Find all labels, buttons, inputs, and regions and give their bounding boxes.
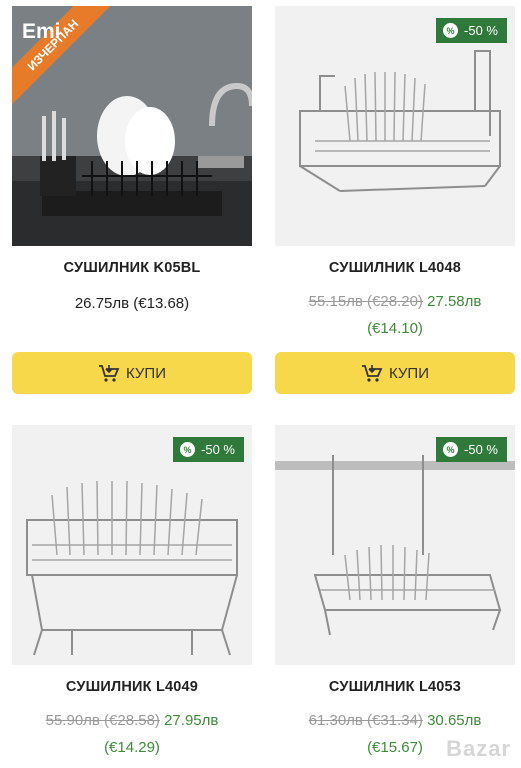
product-image[interactable]: % -50 % <box>12 425 252 665</box>
new-price-eur: (€14.29) <box>104 739 160 756</box>
product-card[interactable]: % -50 % СУШИЛНИК L4053 61.30лв (€31.34) … <box>275 425 515 765</box>
discount-badge: % -50 % <box>173 437 244 462</box>
discount-badge: % -50 % <box>436 437 507 462</box>
discount-label: -50 % <box>464 442 498 457</box>
percent-icon: % <box>443 23 459 38</box>
new-price: 27.95лв <box>164 712 219 729</box>
cart-icon <box>99 365 120 382</box>
product-title[interactable]: СУШИЛНИК L4048 <box>275 260 515 276</box>
product-title[interactable]: СУШИЛНИК L4053 <box>275 679 515 695</box>
brand-logo: Emi <box>22 20 61 43</box>
cart-icon <box>362 365 383 382</box>
buy-button[interactable]: КУПИ <box>12 352 252 394</box>
percent-icon: % <box>443 442 459 457</box>
old-price: 55.90лв (€28.58) <box>45 712 160 729</box>
product-title[interactable]: СУШИЛНИК L4049 <box>12 679 252 695</box>
product-card[interactable]: ИЗЧЕРПАН Emi СУШИЛНИК K05BL 26.75лв (€13… <box>12 6 252 396</box>
discount-label: -50 % <box>464 23 498 38</box>
old-price: 55.15лв (€28.20) <box>308 293 423 310</box>
discount-badge: % -50 % <box>436 18 507 43</box>
product-image[interactable]: % -50 % <box>275 6 515 246</box>
product-price: 55.15лв (€28.20) 27.58лв (€14.10) <box>275 288 515 342</box>
buy-button-label: КУПИ <box>126 364 166 382</box>
product-title[interactable]: СУШИЛНИК K05BL <box>12 260 252 276</box>
buy-button-label: КУПИ <box>389 364 429 382</box>
new-price: 27.58лв <box>427 293 482 310</box>
bazar-watermark: Bazar <box>446 736 511 761</box>
product-image[interactable]: ИЗЧЕРПАН Emi <box>12 6 252 246</box>
new-price: 30.65лв <box>427 712 482 729</box>
product-card[interactable]: % -50 % СУШИЛНИК L4048 55.15лв (€28.20) … <box>275 6 515 396</box>
buy-button[interactable]: КУПИ <box>275 352 515 394</box>
old-price: 61.30лв (€31.34) <box>308 712 423 729</box>
product-price: 26.75лв (€13.68) <box>74 295 190 312</box>
product-image[interactable]: % -50 % <box>275 425 515 665</box>
product-price: 55.90лв (€28.58) 27.95лв (€14.29) <box>12 707 252 761</box>
discount-label: -50 % <box>201 442 235 457</box>
product-card[interactable]: % -50 % СУШИЛНИК L4049 55.90лв (€28.58) … <box>12 425 252 765</box>
new-price-eur: (€15.67) <box>367 739 423 756</box>
percent-icon: % <box>180 442 196 457</box>
new-price-eur: (€14.10) <box>367 320 423 337</box>
